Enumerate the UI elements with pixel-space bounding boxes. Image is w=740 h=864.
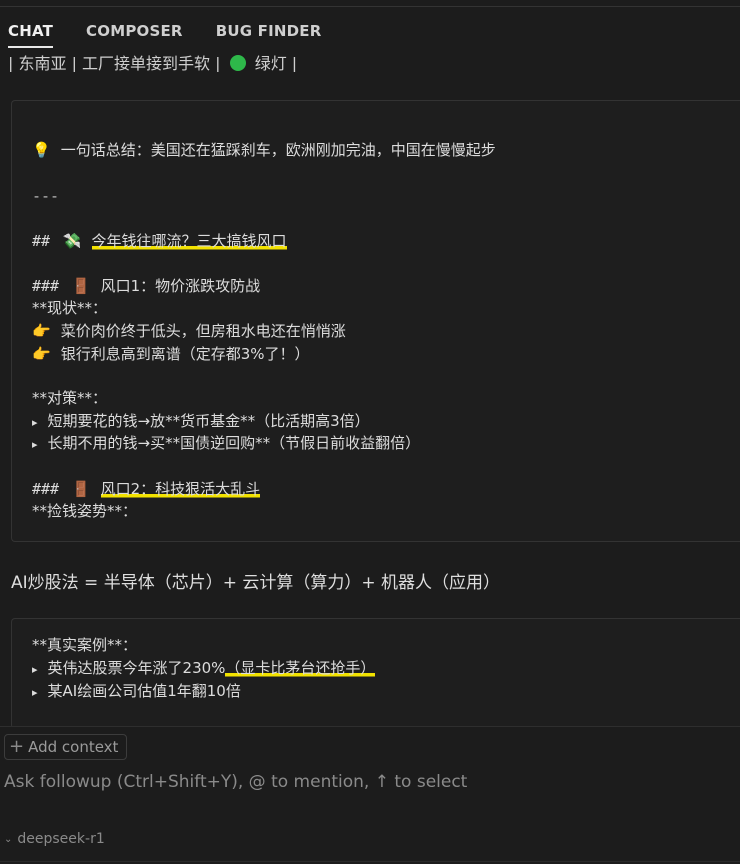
model-name: deepseek-r1 [17, 831, 105, 847]
list-item: 👉 银行利息高到离谱（定存都3%了！） [32, 345, 310, 363]
plain-text-line: AI炒股法 = 半导体（芯片）+ 云计算（算力）+ 机器人（应用） [11, 573, 500, 593]
top-divider [0, 6, 740, 7]
h3-line-1: ### 🚪 风口1：物价涨跌攻防战 [32, 275, 260, 296]
pose-label: **捡钱姿势**： [32, 502, 138, 520]
plus-icon: + [9, 736, 25, 757]
green-dot-icon [229, 55, 246, 71]
bottom-divider [0, 861, 740, 862]
separator-line: --- [32, 187, 60, 205]
h3-line-2: ### 🚪 风口2：科技狠活大乱斗 [32, 478, 261, 500]
list-item: ▸ 长期不用的钱→买**国债逆回购**（节假日前收益翻倍） [32, 434, 421, 452]
markdown-code-block: **真实案例**： ▸ 英伟达股票今年涨了230%（显卡比茅台还抢手） ▸ 某AI绘… [11, 618, 740, 729]
model-selector[interactable]: ⌄ deepseek-r1 [4, 831, 105, 847]
list-item: ▸ 某AI绘画公司估值1年翻10倍 [32, 682, 241, 700]
truncated-text-before: | 东南亚 | 工厂接单接到手软 | [8, 54, 226, 72]
tab-composer[interactable]: COMPOSER [86, 22, 183, 48]
list-item: 👉 菜价肉价终于低头，但房租水电还在悄悄涨 [32, 322, 346, 340]
chat-input-area: + Add context Ask followup (Ctrl+Shift+Y… [0, 726, 740, 864]
triangle-bullet-icon: ▸ [32, 438, 38, 451]
tab-bar: CHAT COMPOSER BUG FINDER [8, 22, 354, 48]
h3-text: 风口1：物价涨跌攻防战 [100, 277, 261, 295]
list-item: ▸ 短期要花的钱→放**货币基金**（比活期高3倍） [32, 412, 370, 430]
add-context-label: Add context [28, 738, 119, 756]
triangle-bullet-icon: ▸ [32, 663, 38, 676]
markdown-code-block: 💡 一句话总结：美国还在猛踩刹车，欧洲刚加完油，中国在慢慢起步 --- ## 💸 今… [11, 100, 740, 542]
h3-prefix: ### [32, 480, 60, 498]
pointing-hand-icon: 👉 [32, 322, 51, 340]
triangle-bullet-icon: ▸ [32, 416, 38, 429]
door-icon: 🚪 [71, 277, 91, 295]
h2-text: 今年钱往哪流？三大搞钱风口 [91, 232, 287, 252]
lightbulb-icon: 💡 [32, 141, 51, 159]
h2-line: ## 💸 今年钱往哪流？三大搞钱风口 [32, 230, 287, 252]
add-context-button[interactable]: + Add context [4, 734, 128, 760]
status-label: **现状**： [32, 299, 108, 317]
strategy-label: **对策**： [32, 389, 108, 407]
door-icon: 🚪 [71, 480, 91, 498]
pointing-hand-icon: 👉 [32, 345, 51, 363]
truncated-text-after: 绿灯 | [249, 54, 298, 72]
summary-line: 💡 一句话总结：美国还在猛踩刹车，欧洲刚加完油，中国在慢慢起步 [32, 139, 496, 160]
chevron-down-icon: ⌄ [4, 833, 13, 845]
h3-prefix: ### [32, 277, 60, 295]
case-label: **真实案例**： [32, 636, 138, 654]
h2-prefix: ## [32, 232, 51, 250]
tab-bug-finder[interactable]: BUG FINDER [216, 22, 322, 48]
list-item: ▸ 英伟达股票今年涨了230%（显卡比茅台还抢手） [32, 659, 376, 679]
tab-chat[interactable]: CHAT [8, 22, 54, 48]
money-wings-icon: 💸 [62, 232, 82, 250]
h3-text: 风口2：科技狠活大乱斗 [100, 480, 261, 500]
truncated-table-row: | 东南亚 | 工厂接单接到手软 | 绿灯 | [8, 54, 298, 72]
summary-text: 一句话总结：美国还在猛踩刹车，欧洲刚加完油，中国在慢慢起步 [60, 141, 496, 159]
triangle-bullet-icon: ▸ [32, 686, 38, 699]
followup-input[interactable]: Ask followup (Ctrl+Shift+Y), @ to mentio… [4, 772, 467, 792]
